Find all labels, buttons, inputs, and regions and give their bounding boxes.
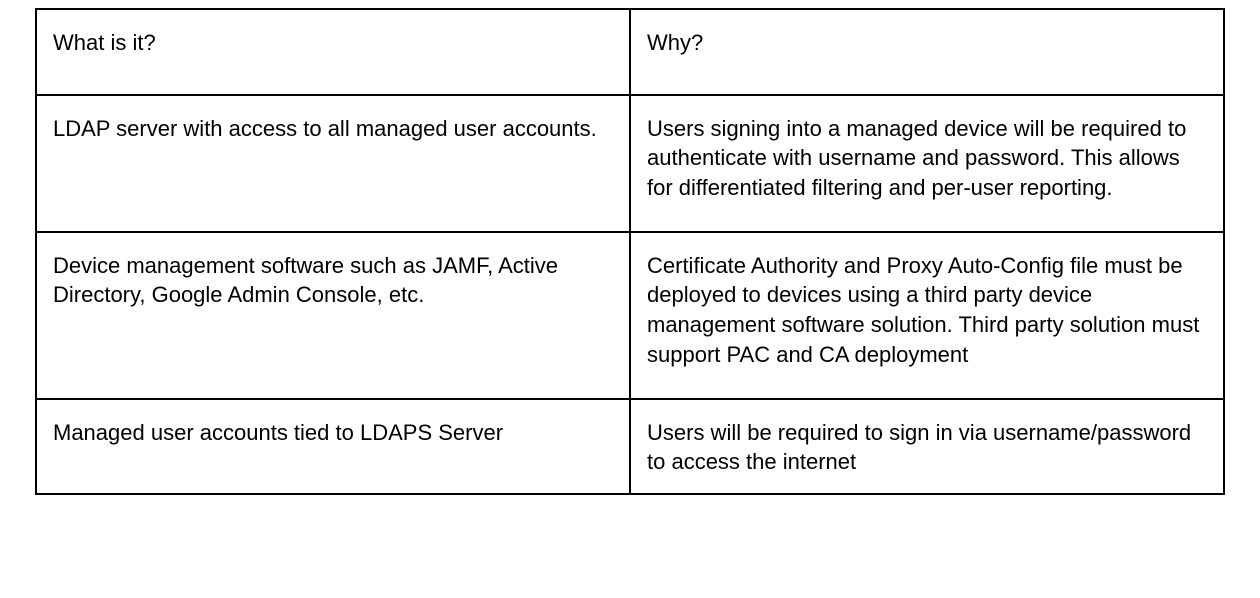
header-what: What is it? — [36, 9, 630, 95]
cell-why: Users will be required to sign in via us… — [630, 399, 1224, 494]
cell-what: Managed user accounts tied to LDAPS Serv… — [36, 399, 630, 494]
requirements-table: What is it? Why? LDAP server with access… — [35, 8, 1225, 495]
table-row: Device management software such as JAMF,… — [36, 232, 1224, 399]
header-why: Why? — [630, 9, 1224, 95]
cell-why: Users signing into a managed device will… — [630, 95, 1224, 232]
cell-what: Device management software such as JAMF,… — [36, 232, 630, 399]
table-row: LDAP server with access to all managed u… — [36, 95, 1224, 232]
table-row: Managed user accounts tied to LDAPS Serv… — [36, 399, 1224, 494]
table-header-row: What is it? Why? — [36, 9, 1224, 95]
cell-why: Certificate Authority and Proxy Auto-Con… — [630, 232, 1224, 399]
cell-what: LDAP server with access to all managed u… — [36, 95, 630, 232]
